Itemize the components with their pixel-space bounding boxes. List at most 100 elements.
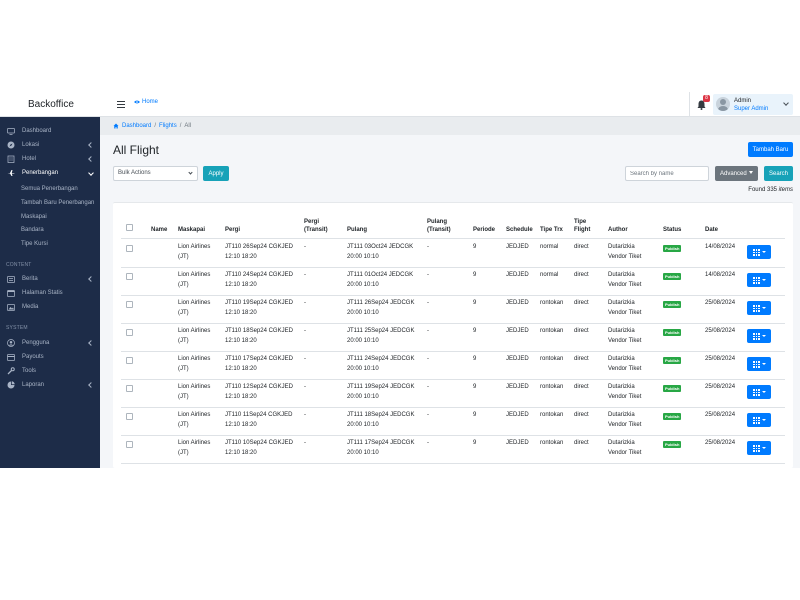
sidebar-subitem-bandara[interactable]: Bandara bbox=[21, 227, 44, 233]
row-actions-button[interactable] bbox=[747, 441, 771, 455]
brand-logo[interactable]: Backoffice bbox=[0, 92, 100, 117]
column-header-pergi-transit[interactable]: Pergi (Transit) bbox=[304, 218, 328, 234]
cell-line: (JT) bbox=[178, 394, 189, 400]
column-header-periode[interactable]: Periode bbox=[473, 226, 495, 234]
cell-pulang: JT111 18Sep24 JEDCGK 20:00 10:10 bbox=[347, 410, 414, 430]
sidebar-item-pengguna[interactable]: Pengguna bbox=[0, 336, 100, 350]
user-menu[interactable]: Admin Super Admin bbox=[713, 94, 793, 115]
cell-line: Dutarizkia bbox=[608, 440, 635, 446]
cell-line: Lion Airlines bbox=[178, 328, 211, 334]
sidebar-item-payouts[interactable]: Payouts bbox=[0, 350, 100, 364]
cell-pulang: JT111 01Oct24 JEDCGK 20:00 10:10 bbox=[347, 270, 413, 290]
column-header-pergi[interactable]: Pergi bbox=[225, 226, 240, 234]
flights-table-card: Name Maskapai Pergi Pergi (Transit) Pula… bbox=[113, 202, 793, 468]
plane-icon bbox=[7, 170, 15, 177]
row-actions-button[interactable] bbox=[747, 273, 771, 287]
home-link-label: Home bbox=[142, 99, 159, 105]
row-checkbox[interactable] bbox=[126, 273, 133, 280]
cell-date: 25/08/2024 bbox=[705, 328, 736, 334]
row-actions-button[interactable] bbox=[747, 245, 771, 259]
column-header-maskapai[interactable]: Maskapai bbox=[178, 226, 205, 234]
row-actions-button[interactable] bbox=[747, 413, 771, 427]
cell-line: JT110 11Sep24 CGKJED bbox=[225, 412, 293, 418]
column-header-pulang[interactable]: Pulang bbox=[347, 226, 367, 234]
cell-line: Vendor Tiket bbox=[608, 394, 642, 400]
select-all-checkbox[interactable] bbox=[126, 224, 133, 231]
breadcrumb-dashboard[interactable]: Dashboard bbox=[122, 123, 151, 129]
sidebar-subitem-tipe-kursi[interactable]: Tipe Kursi bbox=[21, 241, 48, 247]
column-header-tipe-flight[interactable]: Tipe Flight bbox=[574, 218, 590, 234]
column-header-name[interactable]: Name bbox=[151, 226, 167, 234]
breadcrumb-flights[interactable]: Flights bbox=[159, 123, 177, 129]
sidebar-item-media[interactable]: Media bbox=[0, 300, 100, 314]
sidebar-subitem-maskapai[interactable]: Maskapai bbox=[21, 214, 47, 220]
row-checkbox[interactable] bbox=[126, 245, 133, 252]
sidebar-item-hotel[interactable]: Hotel bbox=[0, 152, 100, 166]
cell-author: Dutarizkia Vendor Tiket bbox=[608, 354, 641, 374]
cell-line: Vendor Tiket bbox=[608, 338, 642, 344]
cell-pulang-transit: - bbox=[427, 356, 429, 362]
column-header-tipe-trx[interactable]: Tipe Trx bbox=[540, 226, 563, 234]
found-count-text: Found 335 bbox=[748, 187, 779, 193]
cell-pulang: JT111 26Sep24 JEDCGK 20:00 10:10 bbox=[347, 298, 414, 318]
grid-icon bbox=[753, 389, 760, 396]
cell-line: 12:10 18:20 bbox=[225, 394, 257, 400]
cell-pulang: JT111 03Oct24 JEDCGK 20:00 10:10 bbox=[347, 242, 413, 262]
apply-button[interactable]: Apply bbox=[203, 166, 229, 181]
user-name: Admin bbox=[734, 98, 752, 104]
cell-schedule: JEDJED bbox=[506, 356, 529, 362]
row-actions-button[interactable] bbox=[747, 329, 771, 343]
cell-tipe-trx: rontokan bbox=[540, 356, 564, 362]
found-count: Found 335 items bbox=[730, 187, 793, 193]
sidebar-item-laporan[interactable]: Laporan bbox=[0, 378, 100, 392]
cell-schedule: JEDJED bbox=[506, 384, 529, 390]
sidebar-subitem-tambah-baru-penerbangan[interactable]: Tambah Baru Penerbangan bbox=[21, 200, 94, 206]
row-actions-button[interactable] bbox=[747, 357, 771, 371]
sidebar-item-halaman-statis[interactable]: Halaman Statis bbox=[0, 286, 100, 300]
bulk-actions-select[interactable]: Bulk Actions bbox=[113, 166, 198, 181]
cell-pergi-transit: - bbox=[304, 300, 306, 306]
home-link[interactable]: Home bbox=[134, 99, 158, 105]
cell-pergi: JT110 26Sep24 CGKJED 12:10 18:20 bbox=[225, 242, 293, 262]
search-button[interactable]: Search bbox=[764, 166, 793, 181]
row-checkbox[interactable] bbox=[126, 357, 133, 364]
sidebar-item-lokasi[interactable]: Lokasi bbox=[0, 138, 100, 152]
row-actions-button[interactable] bbox=[747, 385, 771, 399]
cell-author: Dutarizkia Vendor Tiket bbox=[608, 438, 641, 458]
cell-line: JT110 17Sep24 CGKJED bbox=[225, 356, 293, 362]
column-header-line: (Transit) bbox=[427, 227, 451, 233]
column-header-status[interactable]: Status bbox=[663, 226, 681, 234]
add-new-button[interactable]: Tambah Baru bbox=[748, 142, 793, 157]
column-header-line: (Transit) bbox=[304, 227, 328, 233]
row-checkbox[interactable] bbox=[126, 301, 133, 308]
advanced-button-label: Advanced bbox=[720, 170, 747, 177]
caret-down-icon bbox=[762, 251, 766, 253]
row-checkbox[interactable] bbox=[126, 441, 133, 448]
column-header-author[interactable]: Author bbox=[608, 226, 628, 234]
cell-author: Dutarizkia Vendor Tiket bbox=[608, 382, 641, 402]
menu-toggle-icon[interactable] bbox=[117, 101, 125, 108]
row-checkbox[interactable] bbox=[126, 329, 133, 336]
search-input[interactable] bbox=[625, 166, 709, 181]
row-actions-button[interactable] bbox=[747, 301, 771, 315]
cell-line: (JT) bbox=[178, 338, 189, 344]
column-header-date[interactable]: Date bbox=[705, 226, 718, 234]
cell-line: JT110 19Sep24 CGKJED bbox=[225, 300, 293, 306]
sidebar-item-dashboard[interactable]: Dashboard bbox=[0, 124, 100, 138]
cell-author: Dutarizkia Vendor Tiket bbox=[608, 270, 641, 290]
sidebar-item-berita[interactable]: Berita bbox=[0, 272, 100, 286]
sidebar-item-tools[interactable]: Tools bbox=[0, 364, 100, 378]
column-header-schedule[interactable]: Schedule bbox=[506, 226, 533, 234]
status-badge: Publish bbox=[663, 301, 682, 308]
advanced-button[interactable]: Advanced bbox=[715, 166, 758, 181]
sidebar-item-penerbangan[interactable]: Penerbangan bbox=[0, 166, 100, 180]
grid-icon bbox=[753, 445, 760, 452]
cell-periode: 9 bbox=[473, 244, 477, 250]
table-row: Lion Airlines (JT) JT110 10Sep24 CGKJED … bbox=[113, 435, 793, 463]
sidebar-subitem-semua-penerbangan[interactable]: Semua Penerbangan bbox=[21, 186, 78, 192]
home-icon bbox=[113, 123, 119, 129]
sidebar-item-label: Penerbangan bbox=[22, 170, 59, 176]
row-checkbox[interactable] bbox=[126, 413, 133, 420]
row-checkbox[interactable] bbox=[126, 385, 133, 392]
column-header-pulang-transit[interactable]: Pulang (Transit) bbox=[427, 218, 451, 234]
